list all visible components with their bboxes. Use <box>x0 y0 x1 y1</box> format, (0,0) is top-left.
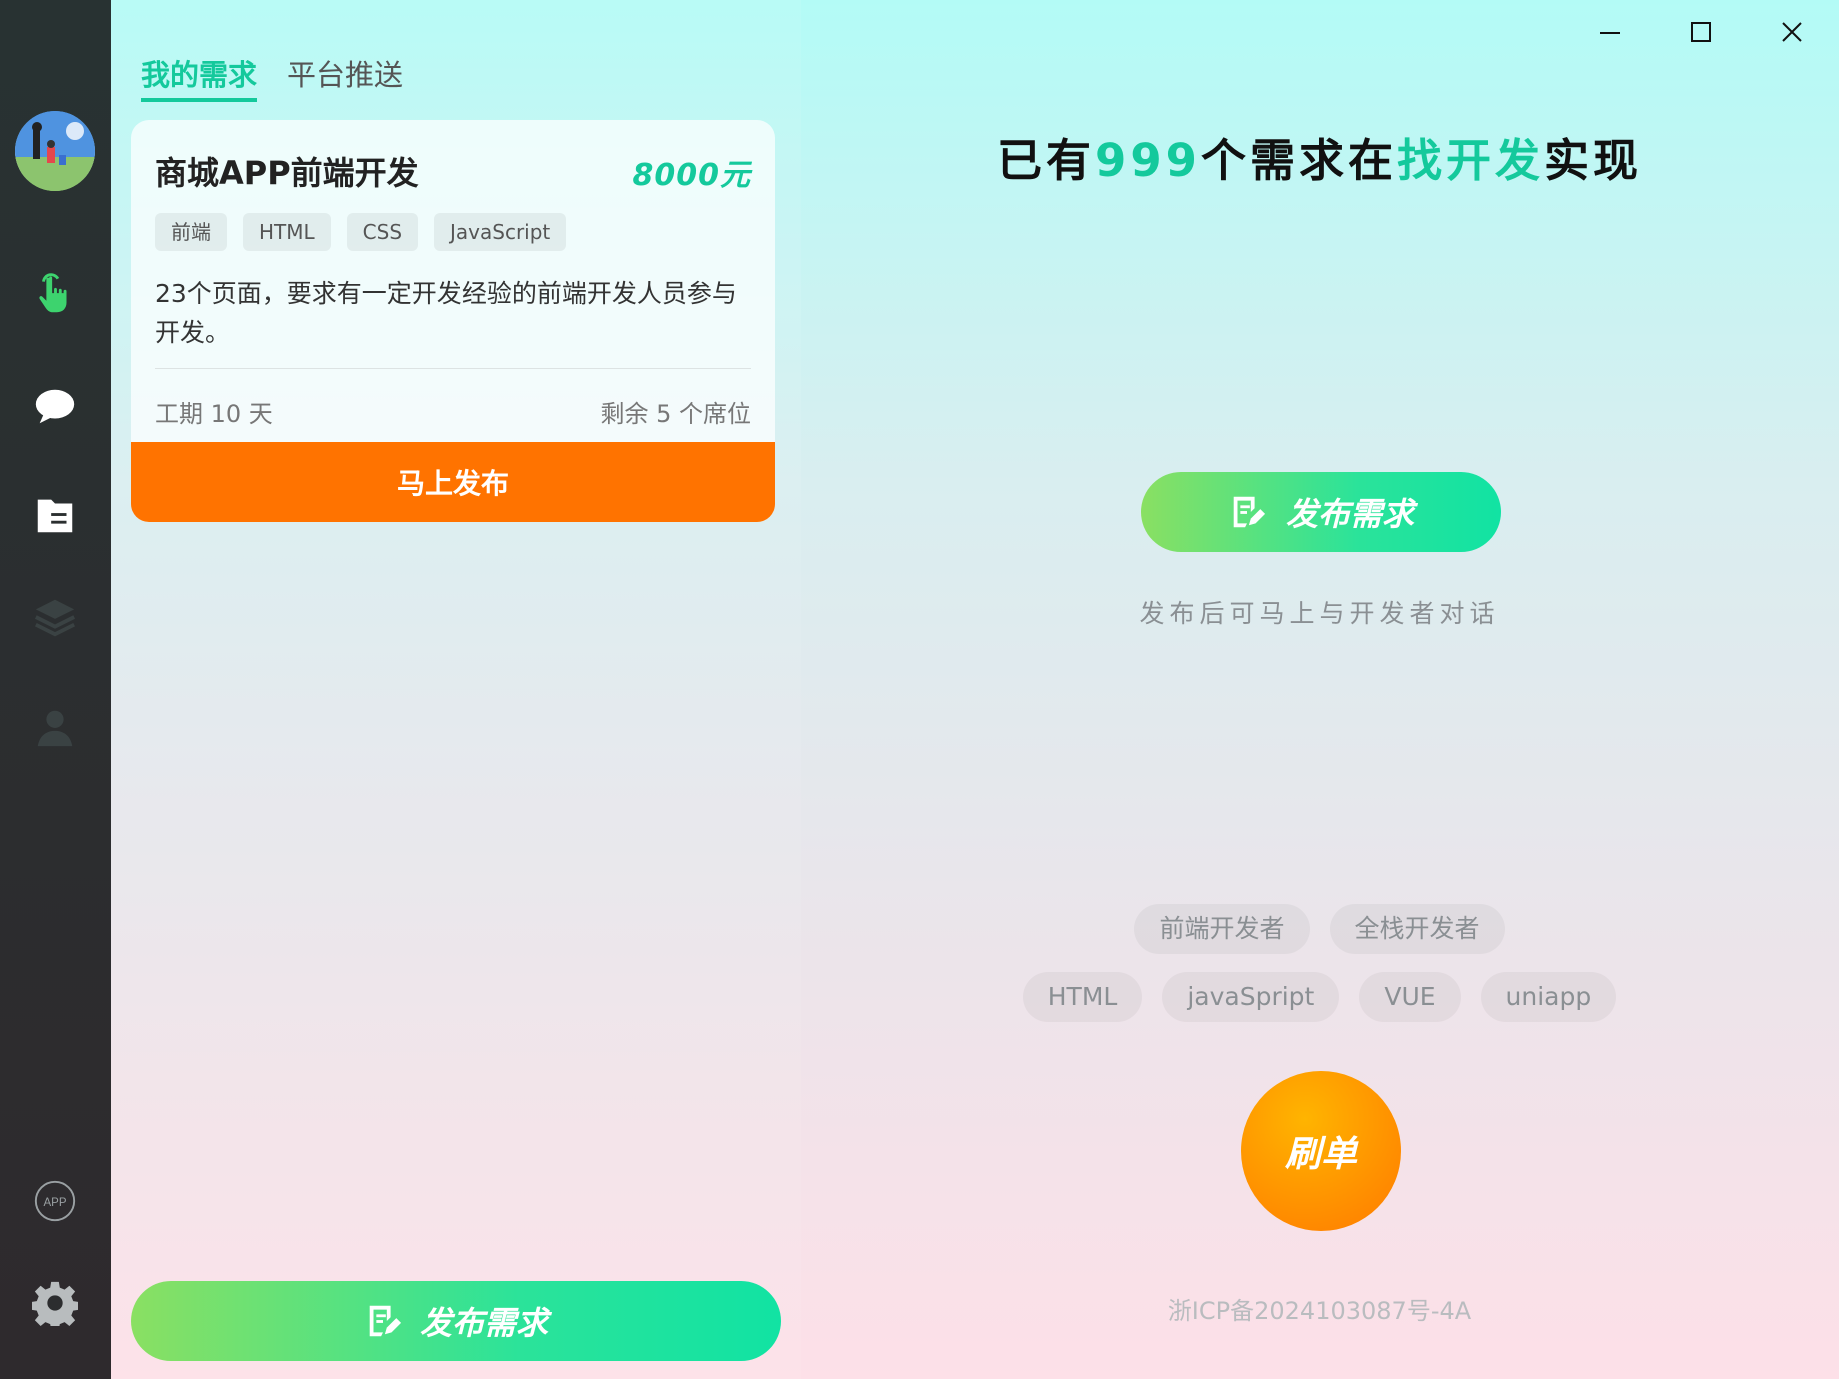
minimize-button[interactable] <box>1585 14 1635 50</box>
app-label: APP <box>43 1197 66 1209</box>
close-button[interactable] <box>1767 14 1817 50</box>
requirement-card[interactable]: 商城APP前端开发 8000元 前端 HTML CSS JavaScript 2… <box>131 120 775 522</box>
avatar[interactable] <box>15 111 95 191</box>
chat-bubble-icon[interactable] <box>30 382 80 432</box>
icp-license[interactable]: 浙ICP备2024103087号-4A <box>800 1291 1839 1326</box>
skill-tag[interactable]: javaSpript <box>1162 972 1340 1022</box>
gear-icon[interactable] <box>30 1278 80 1328</box>
document-icon[interactable] <box>30 490 80 540</box>
headline: 已有999个需求在找开发实现 <box>800 124 1839 189</box>
card-description: 23个页面，要求有一定开发经验的前端开发人员参与开发。 <box>155 279 737 347</box>
skill-tag[interactable]: uniapp <box>1480 972 1617 1022</box>
app-icon[interactable]: APP <box>30 1176 80 1226</box>
main-publish-label: 发布需求 <box>1285 495 1414 533</box>
maximize-icon <box>1691 22 1711 42</box>
skill-tag[interactable]: 全栈开发者 <box>1329 904 1505 954</box>
skill-tags-row1: 前端开发者 全栈开发者 <box>800 904 1839 954</box>
tag: HTML <box>243 213 331 251</box>
hand-pointer-icon[interactable] <box>30 270 80 320</box>
headline-brand: 找开发 <box>1396 134 1544 187</box>
publish-hint: 发布后可马上与开发者对话 <box>1139 599 1500 628</box>
close-icon <box>1782 22 1802 42</box>
card-period: 工期 10 天 <box>155 400 273 428</box>
tag: 前端 <box>155 213 227 251</box>
skill-tag[interactable]: 前端开发者 <box>1134 904 1310 954</box>
card-divider <box>155 368 751 369</box>
card-seats: 剩余 5 个席位 <box>600 400 751 428</box>
headline-part2: 个需求在 <box>1200 134 1397 187</box>
user-icon[interactable] <box>30 702 80 752</box>
publish-now-button[interactable]: 马上发布 <box>131 442 775 522</box>
card-price: 8000元 <box>632 158 751 193</box>
headline-count: 999 <box>1095 134 1201 187</box>
skill-tags-row2: HTML javaSpript VUE uniapp <box>800 972 1839 1022</box>
tag: CSS <box>346 213 419 251</box>
layers-icon[interactable] <box>30 592 80 642</box>
bottom-publish-button[interactable]: 发布需求 <box>131 1281 781 1361</box>
skill-tag[interactable]: VUE <box>1359 972 1461 1022</box>
card-title: 商城APP前端开发 <box>155 154 419 192</box>
edit-note-icon <box>1228 493 1266 531</box>
card-tags: 前端 HTML CSS JavaScript <box>155 213 567 251</box>
main-publish-button[interactable]: 发布需求 <box>1141 472 1501 552</box>
tag: JavaScript <box>434 213 567 251</box>
headline-part1: 已有 <box>997 134 1096 187</box>
sidebar: APP <box>0 0 111 1379</box>
tab-platform-push[interactable]: 平台推送 <box>287 52 403 102</box>
headline-part3: 实现 <box>1543 134 1642 187</box>
tab-bar: 我的需求 平台推送 <box>141 52 403 102</box>
edit-note-icon <box>364 1302 402 1340</box>
maximize-button[interactable] <box>1676 14 1726 50</box>
tab-my-requirements[interactable]: 我的需求 <box>141 52 258 102</box>
bottom-publish-label: 发布需求 <box>419 1304 548 1342</box>
minimize-icon <box>1600 32 1620 34</box>
skill-tag[interactable]: HTML <box>1022 972 1143 1022</box>
refresh-button[interactable]: 刷单 <box>1241 1071 1401 1231</box>
